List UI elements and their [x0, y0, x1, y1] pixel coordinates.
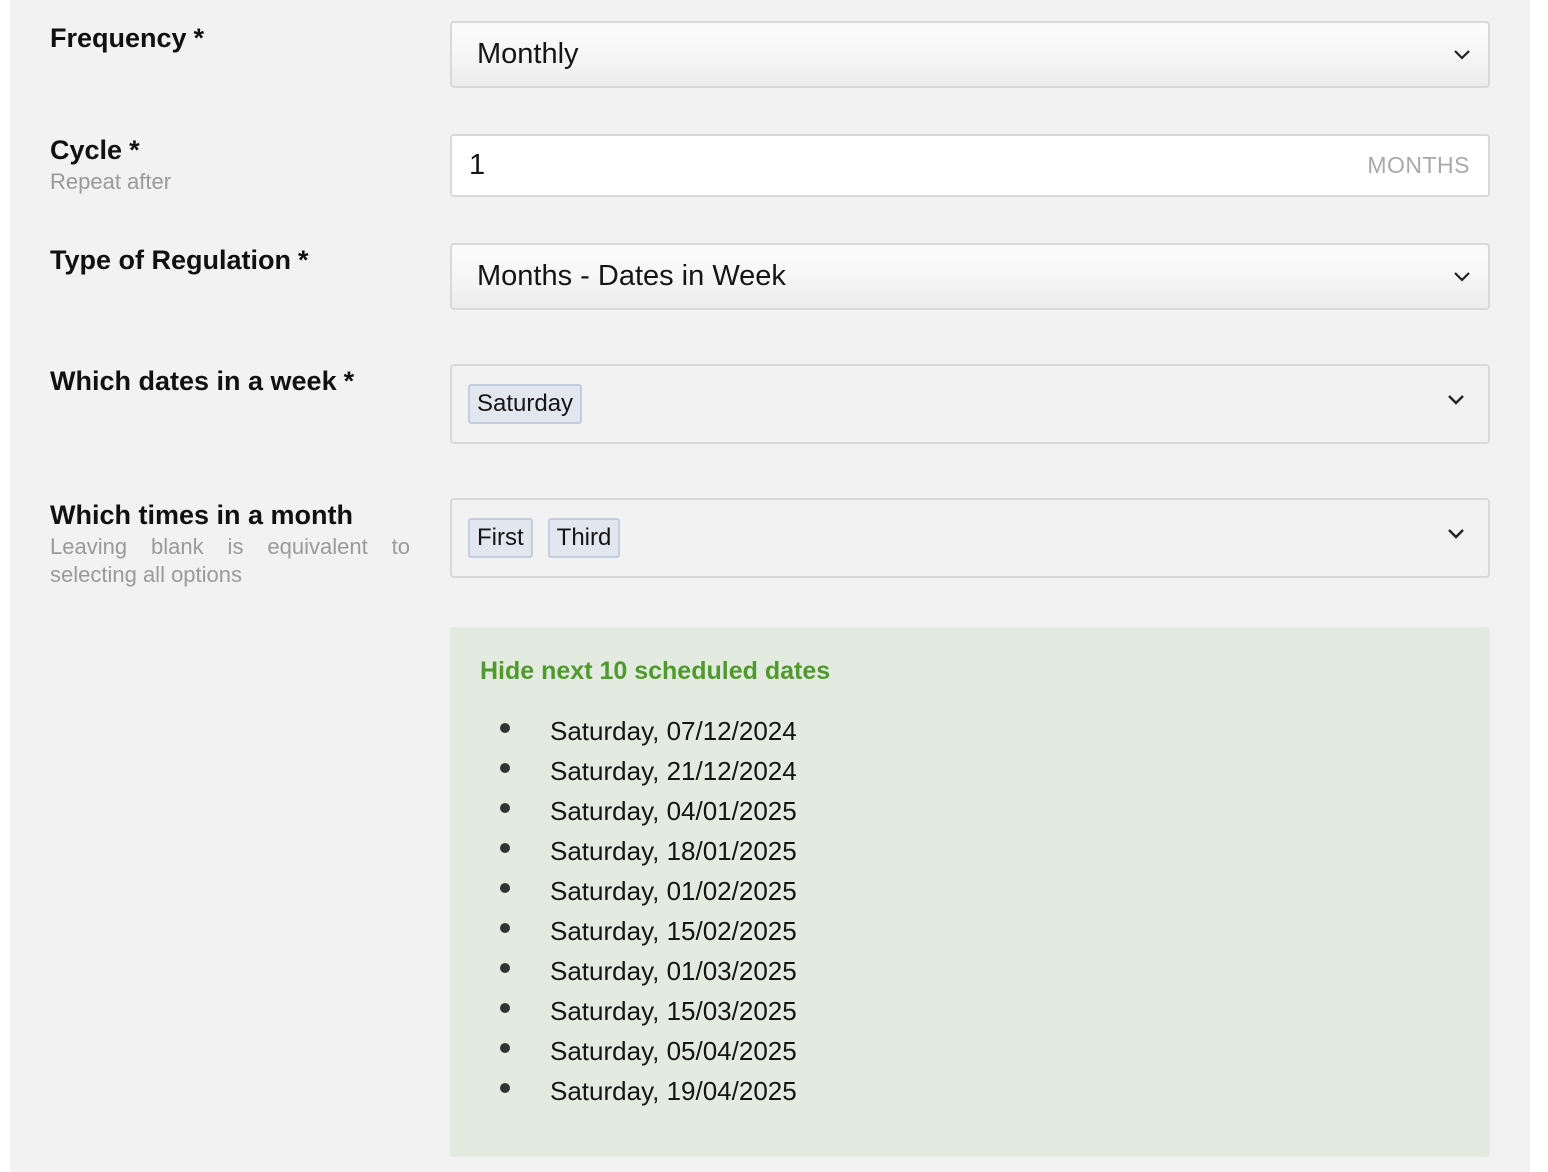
- regulation-label-text: Type of Regulation: [50, 245, 291, 275]
- scheduled-date: Saturday, 18/01/2025: [550, 835, 797, 866]
- list-item: Saturday, 05/04/2025: [500, 1031, 797, 1071]
- chevron-down-icon[interactable]: [1446, 390, 1466, 410]
- required-mark: *: [129, 135, 140, 165]
- selected-tag[interactable]: Third: [547, 518, 621, 558]
- list-item: Saturday, 15/03/2025: [500, 991, 797, 1031]
- bullet-icon: [500, 723, 510, 733]
- required-mark: *: [343, 366, 355, 396]
- scheduled-date: Saturday, 15/02/2025: [550, 915, 797, 946]
- list-item: Saturday, 01/02/2025: [500, 871, 797, 911]
- chevron-down-icon: [1454, 272, 1470, 282]
- dates-in-week-label-group: Which dates in a week *: [50, 365, 410, 397]
- scheduled-date: Saturday, 19/04/2025: [550, 1075, 797, 1106]
- scheduled-date: Saturday, 05/04/2025: [550, 1035, 797, 1066]
- frequency-label-text: Frequency: [50, 23, 187, 53]
- list-item: Saturday, 04/01/2025: [500, 791, 797, 831]
- dates-in-week-label-text: Which dates in a week: [50, 366, 337, 396]
- dates-in-week-label: Which dates in a week *: [50, 365, 410, 397]
- cycle-unit-suffix: MONTHS: [1367, 152, 1470, 178]
- regulation-label: Type of Regulation *: [50, 244, 410, 276]
- selected-tag[interactable]: First: [468, 518, 533, 558]
- cycle-label: Cycle *: [50, 134, 410, 166]
- list-item: Saturday, 15/02/2025: [500, 911, 797, 951]
- required-mark: *: [193, 23, 205, 53]
- times-in-month-label-group: Which times in a month Leaving blank is …: [50, 499, 410, 589]
- scheduled-date: Saturday, 01/03/2025: [550, 955, 797, 986]
- frequency-label-group: Frequency *: [50, 22, 410, 54]
- bullet-icon: [500, 843, 510, 853]
- chevron-down-icon[interactable]: [1446, 524, 1466, 544]
- cycle-label-text: Cycle: [50, 135, 123, 165]
- times-in-month-help-text: Leaving blank is equivalent to selecting…: [50, 534, 410, 587]
- dates-in-week-multiselect[interactable]: Saturday: [450, 364, 1490, 444]
- list-item: Saturday, 21/12/2024: [500, 751, 797, 791]
- list-item: Saturday, 19/04/2025: [500, 1071, 797, 1111]
- scheduled-dates-list: Saturday, 07/12/2024 Saturday, 21/12/202…: [500, 711, 797, 1111]
- frequency-label: Frequency *: [50, 22, 410, 54]
- bullet-icon: [500, 883, 510, 893]
- frequency-select[interactable]: Monthly: [450, 21, 1490, 88]
- cycle-input-value: 1: [469, 149, 486, 181]
- list-item: Saturday, 18/01/2025: [500, 831, 797, 871]
- list-item: Saturday, 01/03/2025: [500, 951, 797, 991]
- bullet-icon: [500, 1083, 510, 1093]
- hide-scheduled-dates-link[interactable]: Hide next 10 scheduled dates: [480, 657, 830, 686]
- chevron-down-icon: [1454, 50, 1470, 60]
- bullet-icon: [500, 1043, 510, 1053]
- cycle-label-group: Cycle * Repeat after: [50, 134, 410, 196]
- regulation-label-group: Type of Regulation *: [50, 244, 410, 276]
- bullet-icon: [500, 1003, 510, 1013]
- frequency-select-value: Monthly: [477, 38, 579, 70]
- regulation-select[interactable]: Months - Dates in Week: [450, 243, 1490, 310]
- times-in-month-multiselect[interactable]: First Third: [450, 498, 1490, 578]
- scheduled-date: Saturday, 15/03/2025: [550, 995, 797, 1026]
- bullet-icon: [500, 963, 510, 973]
- bullet-icon: [500, 923, 510, 933]
- scheduled-date: Saturday, 21/12/2024: [550, 755, 797, 786]
- recurrence-form: Frequency * Monthly Cycle * Repeat after…: [10, 0, 1530, 1172]
- cycle-help-text: Repeat after: [50, 169, 172, 194]
- scheduled-date: Saturday, 07/12/2024: [550, 715, 797, 746]
- regulation-select-value: Months - Dates in Week: [477, 260, 786, 292]
- scheduled-date: Saturday, 04/01/2025: [550, 795, 797, 826]
- selected-tag[interactable]: Saturday: [468, 384, 583, 424]
- list-item: Saturday, 07/12/2024: [500, 711, 797, 751]
- scheduled-date: Saturday, 01/02/2025: [550, 875, 797, 906]
- bullet-icon: [500, 763, 510, 773]
- cycle-input[interactable]: 1 MONTHS: [450, 134, 1490, 197]
- bullet-icon: [500, 803, 510, 813]
- scheduled-dates-panel: Hide next 10 scheduled dates Saturday, 0…: [450, 627, 1490, 1157]
- times-in-month-label: Which times in a month: [50, 500, 354, 530]
- required-mark: *: [298, 245, 309, 275]
